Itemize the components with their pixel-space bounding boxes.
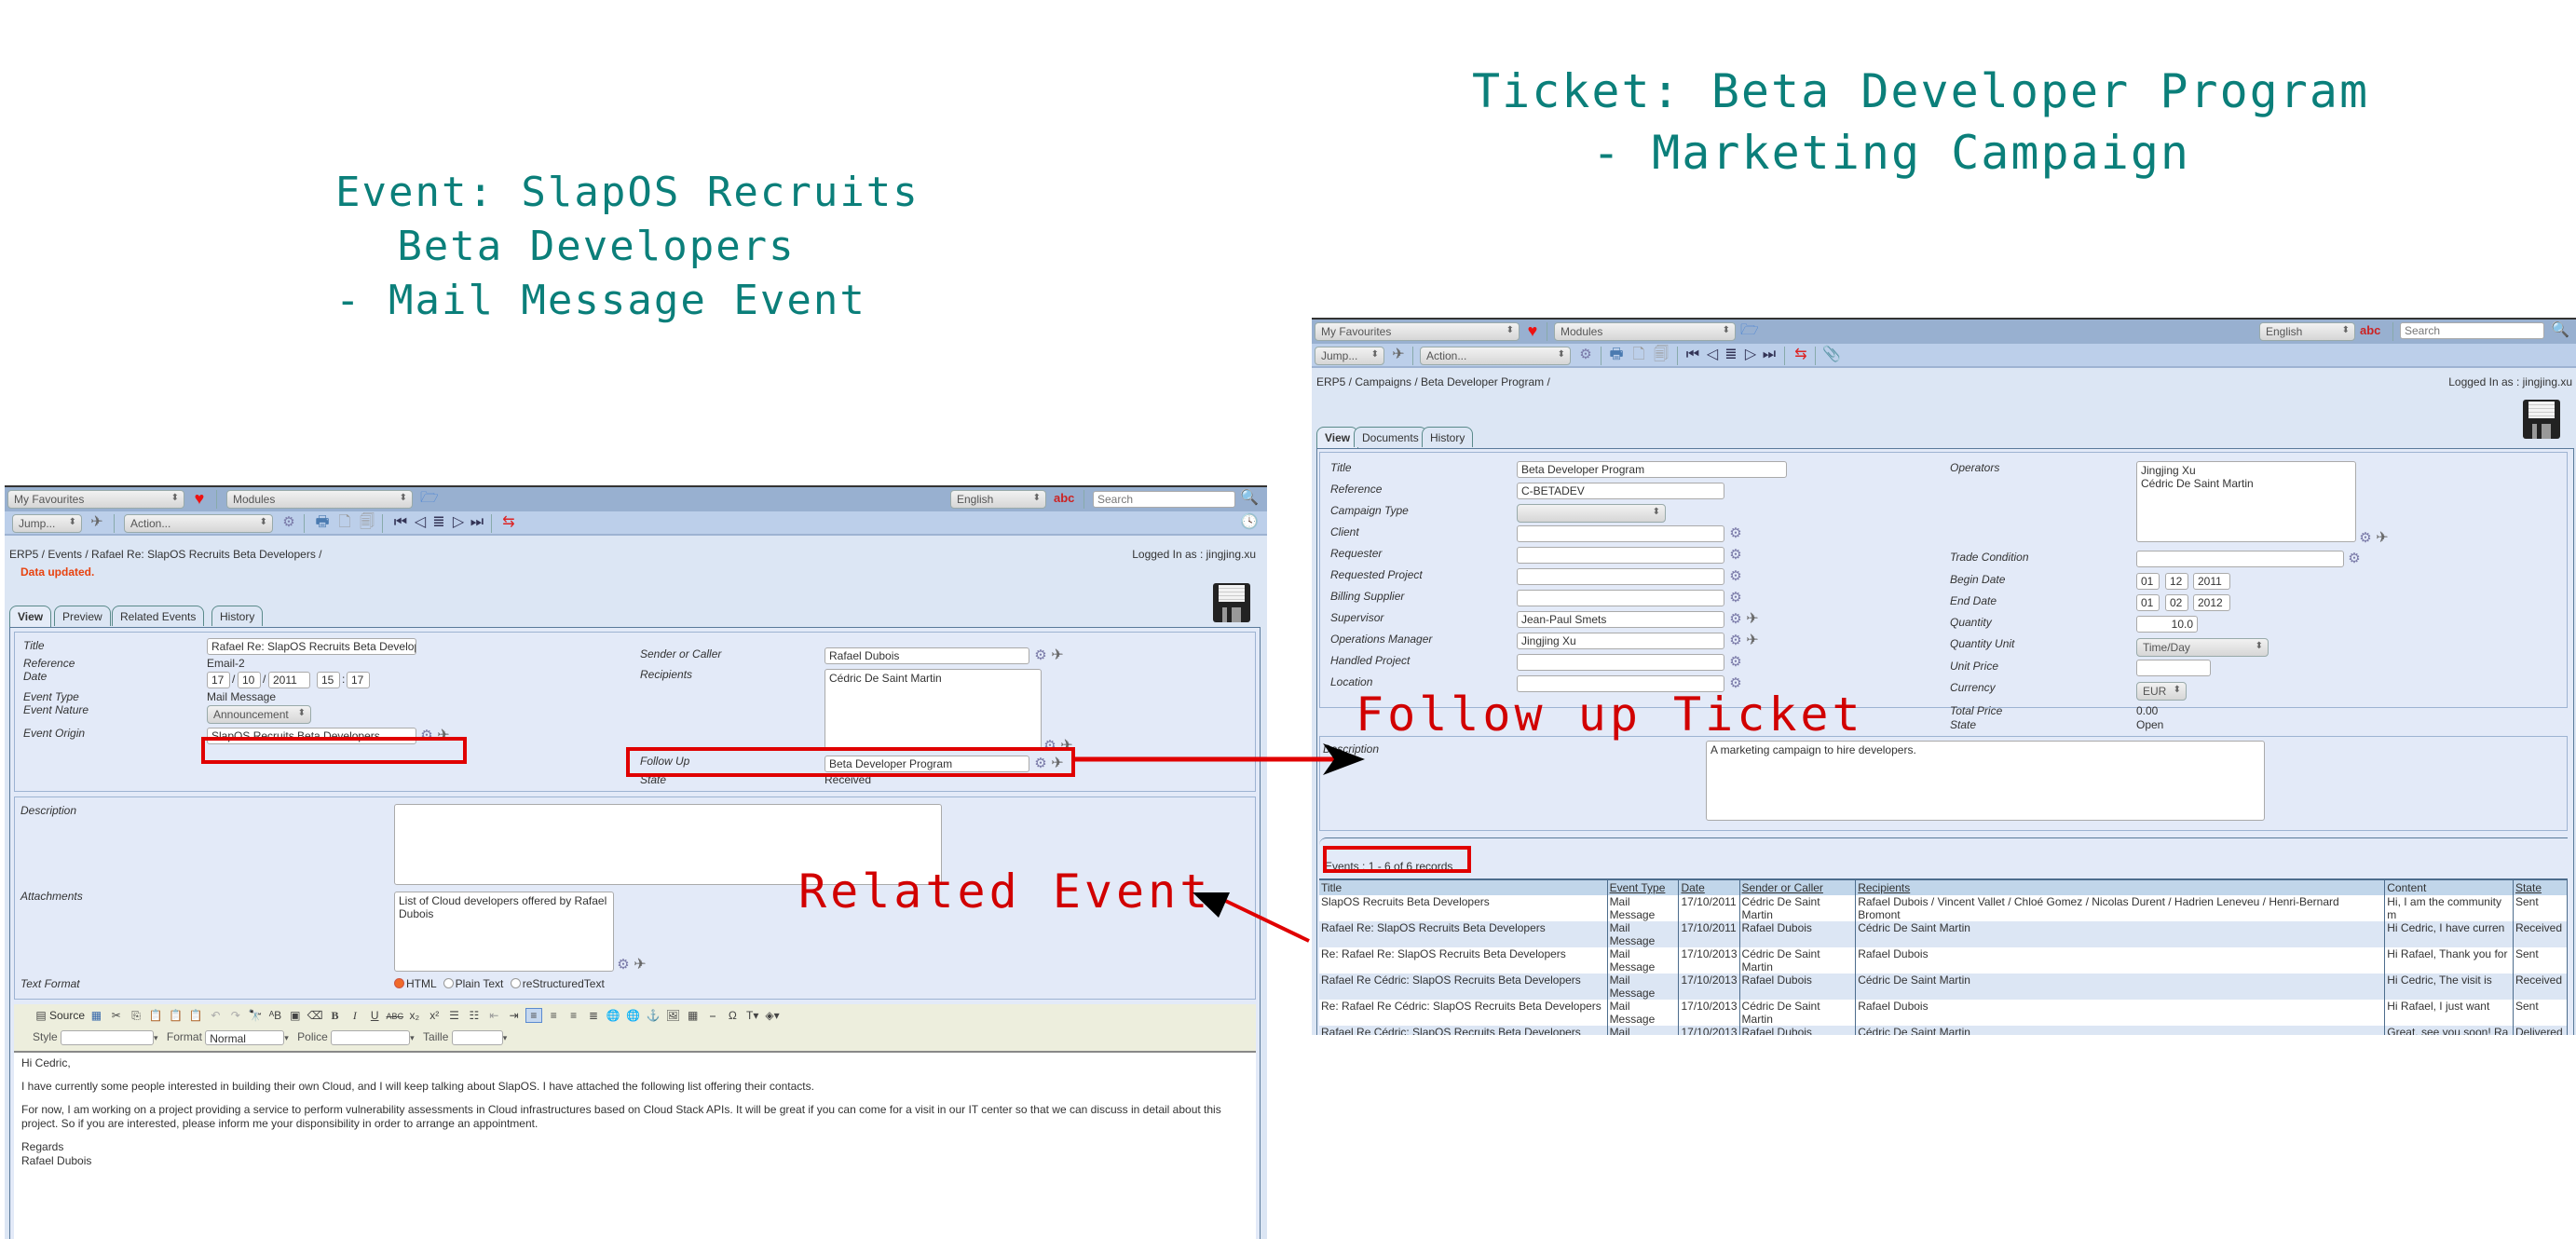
annotation-arrows xyxy=(1075,743,1365,943)
related-event-arrowhead xyxy=(1193,892,1230,918)
related-event-arrow xyxy=(1215,894,1310,943)
